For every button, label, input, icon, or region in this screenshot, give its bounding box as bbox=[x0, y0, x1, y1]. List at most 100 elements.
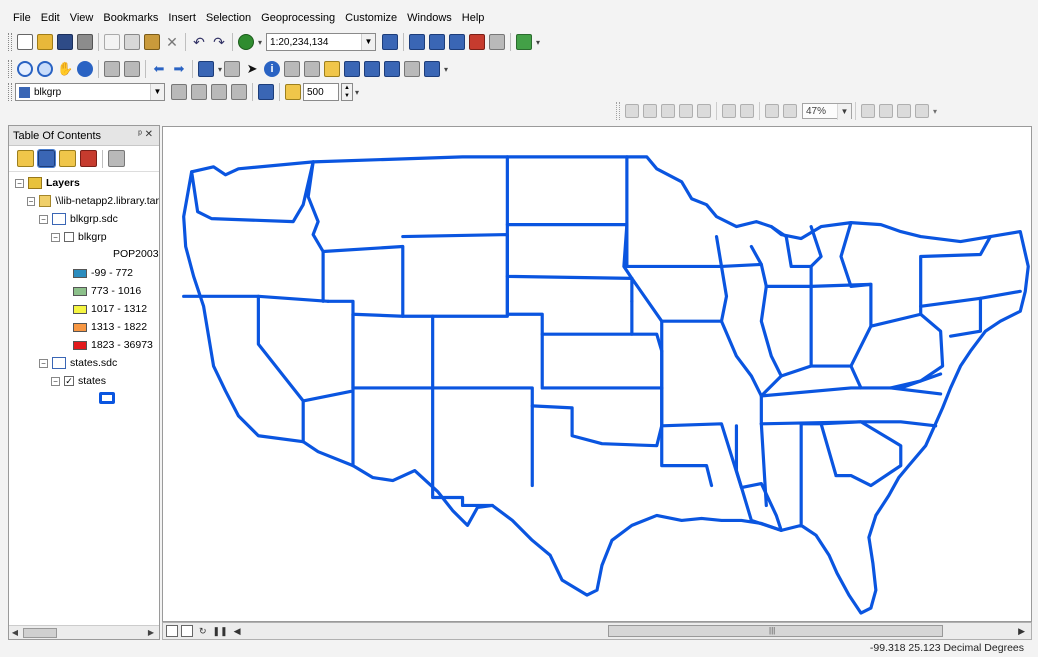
collapse-icon[interactable]: − bbox=[51, 376, 60, 386]
back-arrow-icon[interactable]: ⬅ bbox=[151, 61, 167, 77]
measure-icon[interactable] bbox=[324, 61, 341, 77]
pause-drawing-icon[interactable]: ❚❚ bbox=[213, 626, 228, 637]
python-window-icon[interactable] bbox=[489, 34, 506, 50]
brightness-icon[interactable] bbox=[191, 84, 207, 100]
layout-zoom-whole-page-icon[interactable] bbox=[679, 104, 693, 118]
identify-icon[interactable]: i bbox=[264, 61, 281, 77]
list-by-visibility-icon[interactable] bbox=[59, 150, 76, 167]
layout-view-button[interactable] bbox=[181, 625, 193, 637]
scroll-right-icon[interactable]: ▶ bbox=[1018, 626, 1025, 637]
menu-geoprocessing[interactable]: Geoprocessing bbox=[256, 12, 340, 24]
swipe-icon[interactable] bbox=[231, 84, 247, 100]
select-elements-icon[interactable]: ➤ bbox=[244, 61, 260, 77]
select-features-icon[interactable] bbox=[198, 61, 214, 77]
toc-horizontal-scrollbar[interactable]: ◀ ▶ bbox=[9, 625, 159, 639]
layer-visibility-checkbox[interactable]: ✓ bbox=[64, 376, 74, 386]
map-display[interactable] bbox=[162, 126, 1032, 622]
table-of-contents-icon[interactable] bbox=[409, 34, 426, 50]
editor-toolbar-icon[interactable] bbox=[382, 34, 399, 50]
find-route-icon[interactable] bbox=[364, 61, 381, 77]
toolbar-grip[interactable] bbox=[616, 102, 620, 120]
tree-node-folder[interactable]: − \\lib-netapp2.library.tar bbox=[27, 194, 159, 208]
data-view-button[interactable] bbox=[166, 625, 178, 637]
menu-edit[interactable]: Edit bbox=[36, 12, 65, 24]
menu-windows[interactable]: Windows bbox=[402, 12, 457, 24]
html-popup-icon[interactable] bbox=[304, 61, 321, 77]
collapse-icon[interactable]: − bbox=[51, 232, 60, 242]
open-folder-icon[interactable] bbox=[37, 34, 53, 50]
legend-item[interactable]: 1017 - 1312 bbox=[73, 302, 159, 316]
go-to-xy-icon[interactable] bbox=[384, 61, 401, 77]
arctoolbox-icon[interactable] bbox=[469, 34, 486, 50]
delete-icon[interactable]: ✕ bbox=[164, 34, 180, 50]
fixed-zoom-out-icon[interactable] bbox=[124, 61, 140, 77]
scroll-thumb[interactable] bbox=[23, 628, 57, 638]
undo-icon[interactable]: ↶ bbox=[191, 34, 207, 50]
toolbar-options-icon[interactable]: ▾ bbox=[933, 107, 937, 116]
flicker-rate-stepper[interactable]: ▲ ▼ bbox=[341, 83, 353, 101]
legend-item[interactable]: -99 - 772 bbox=[73, 266, 159, 280]
search-window-icon[interactable] bbox=[449, 34, 466, 50]
layout-zoom-out-icon[interactable] bbox=[643, 104, 657, 118]
menu-file[interactable]: File bbox=[8, 12, 36, 24]
catalog-icon[interactable] bbox=[429, 34, 446, 50]
time-slider-icon[interactable] bbox=[404, 61, 421, 77]
tree-node-layers[interactable]: − Layers bbox=[15, 176, 159, 190]
redo-icon[interactable]: ↷ bbox=[211, 34, 227, 50]
focus-data-frame-icon[interactable] bbox=[879, 104, 893, 118]
layout-back-icon[interactable] bbox=[765, 104, 779, 118]
toc-options-icon[interactable] bbox=[108, 150, 125, 167]
toolbar-options-icon[interactable]: ▾ bbox=[536, 38, 540, 47]
toolbar-options-icon[interactable]: ▾ bbox=[444, 65, 448, 74]
collapse-icon[interactable]: − bbox=[27, 196, 36, 206]
tree-node-db2[interactable]: − states.sdc bbox=[39, 356, 159, 370]
change-layout-icon[interactable] bbox=[897, 104, 911, 118]
zoom-out-icon[interactable] bbox=[37, 61, 53, 77]
find-icon[interactable] bbox=[344, 61, 361, 77]
tree-node-db1[interactable]: − blkgrp.sdc bbox=[39, 212, 159, 226]
tree-node-blkgrp[interactable]: − blkgrp bbox=[51, 230, 159, 244]
menu-insert[interactable]: Insert bbox=[163, 12, 201, 24]
legend-item[interactable]: 1313 - 1822 bbox=[73, 320, 159, 334]
chevron-down-icon[interactable]: ▼ bbox=[361, 34, 376, 50]
layout-fixed-zoom-out-icon[interactable] bbox=[740, 104, 754, 118]
layout-pan-icon[interactable] bbox=[661, 104, 675, 118]
chevron-down-icon[interactable]: ▼ bbox=[150, 84, 164, 100]
list-by-drawing-order-icon[interactable] bbox=[17, 150, 34, 167]
forward-arrow-icon[interactable]: ➡ bbox=[171, 61, 187, 77]
flicker-rate-icon[interactable] bbox=[285, 84, 301, 100]
map-scale-combo[interactable]: 1:20,234,134 ▼ bbox=[266, 33, 377, 51]
layout-forward-icon[interactable] bbox=[783, 104, 797, 118]
add-data-dropdown-icon[interactable]: ▾ bbox=[258, 38, 262, 47]
pin-close-icon[interactable]: ᵖ ✕ bbox=[138, 129, 153, 140]
collapse-icon[interactable]: − bbox=[39, 358, 48, 368]
layer-visibility-checkbox[interactable] bbox=[64, 232, 74, 242]
list-by-selection-icon[interactable] bbox=[80, 150, 97, 167]
add-data-icon[interactable] bbox=[238, 34, 254, 50]
full-extent-icon[interactable] bbox=[77, 61, 93, 77]
menu-customize[interactable]: Customize bbox=[340, 12, 402, 24]
data-driven-pages-icon[interactable] bbox=[915, 104, 929, 118]
save-icon[interactable] bbox=[57, 34, 73, 50]
list-by-source-icon[interactable] bbox=[37, 149, 56, 168]
legend-item[interactable]: 1823 - 36973 bbox=[73, 338, 159, 352]
layer-combo[interactable]: blkgrp ▼ bbox=[15, 83, 165, 101]
fixed-zoom-in-icon[interactable] bbox=[104, 61, 120, 77]
toolbar-grip[interactable] bbox=[8, 83, 12, 101]
scroll-left-icon[interactable]: ◀ bbox=[234, 626, 241, 637]
flicker-icon[interactable] bbox=[258, 84, 274, 100]
transparency-icon[interactable] bbox=[211, 84, 227, 100]
paste-icon[interactable] bbox=[144, 34, 160, 50]
new-document-icon[interactable] bbox=[17, 34, 33, 50]
legend-item[interactable]: 773 - 1016 bbox=[73, 284, 159, 298]
tree-node-states[interactable]: − ✓ states bbox=[51, 374, 159, 388]
refresh-icon[interactable]: ↻ bbox=[199, 626, 207, 637]
us-states-map[interactable] bbox=[163, 127, 1031, 621]
copy-icon[interactable] bbox=[124, 34, 140, 50]
polygon-symbol-icon[interactable] bbox=[99, 392, 115, 404]
zoom-in-icon[interactable] bbox=[17, 61, 33, 77]
print-icon[interactable] bbox=[77, 34, 93, 50]
pan-hand-icon[interactable]: ✋ bbox=[57, 61, 73, 77]
create-viewer-window-icon[interactable] bbox=[424, 61, 441, 77]
hyperlink-icon[interactable] bbox=[284, 61, 301, 77]
